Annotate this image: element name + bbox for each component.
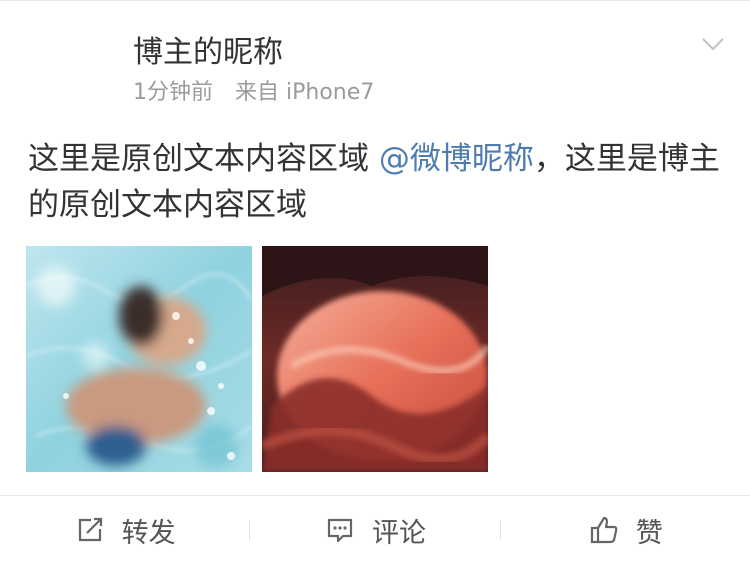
post-content: 这里是原创文本内容区域 @微博昵称，这里是博主的原创文本内容区域 xyxy=(28,136,728,228)
comment-label: 评论 xyxy=(371,517,426,549)
mention-link[interactable]: @微博昵称 xyxy=(379,141,534,177)
thumbs-up-icon xyxy=(588,514,620,546)
top-divider xyxy=(0,0,750,1)
repost-icon xyxy=(74,514,106,546)
avatar[interactable] xyxy=(28,26,106,104)
post-image-swimmer[interactable] xyxy=(26,246,252,472)
repost-label: 转发 xyxy=(121,517,176,549)
comment-button[interactable]: 评论 xyxy=(250,496,499,564)
comment-icon xyxy=(324,514,356,546)
chevron-down-icon[interactable] xyxy=(700,34,726,54)
action-bar: 转发 评论 赞 xyxy=(0,496,750,564)
post-meta: 1分钟前 来自 iPhone7 xyxy=(133,80,374,106)
repost-button[interactable]: 转发 xyxy=(0,496,249,564)
post-time: 1分钟前 xyxy=(133,80,213,105)
post-text-before: 这里是原创文本内容区域 xyxy=(28,141,379,177)
like-label: 赞 xyxy=(635,517,663,549)
author-nickname[interactable]: 博主的昵称 xyxy=(133,34,283,72)
post-source: 来自 iPhone7 xyxy=(235,80,375,105)
post-image-canyon[interactable] xyxy=(262,246,488,472)
like-button[interactable]: 赞 xyxy=(501,496,750,564)
